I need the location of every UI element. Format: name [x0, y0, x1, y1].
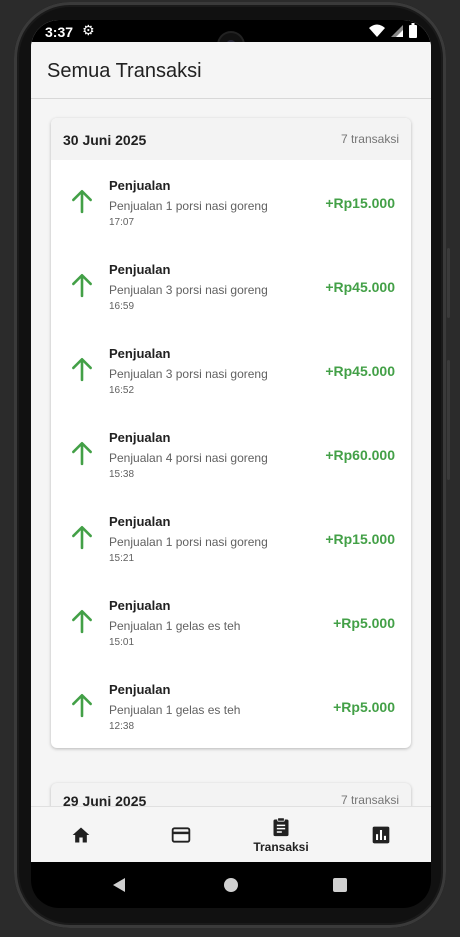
- app-screen: 3:37 ⚙ Semua Transaksi 30 Juni 2025 7 tr…: [31, 20, 431, 862]
- transaction-title: Penjualan: [109, 178, 171, 193]
- transaction-row[interactable]: Penjualan Penjualan 1 porsi nasi goreng …: [51, 496, 411, 580]
- battery-icon: [409, 23, 417, 38]
- volume-button: [447, 360, 450, 480]
- transaction-description: Penjualan 1 porsi nasi goreng: [109, 199, 268, 213]
- transaction-title: Penjualan: [109, 262, 171, 277]
- transaction-description: Penjualan 1 gelas es teh: [109, 703, 241, 717]
- arrow-up-icon: [72, 609, 92, 634]
- transaction-title: Penjualan: [109, 346, 171, 361]
- system-nav-bar: [31, 862, 431, 908]
- home-icon: [72, 827, 90, 843]
- clipboard-icon: [273, 817, 289, 837]
- date-group-header: 29 Juni 2025 7 transaksi: [51, 783, 411, 806]
- transaction-description: Penjualan 3 porsi nasi goreng: [109, 283, 268, 297]
- group-date: 29 Juni 2025: [63, 793, 147, 806]
- transaction-title: Penjualan: [109, 682, 171, 697]
- transaction-amount: +Rp60.000: [325, 447, 395, 463]
- arrow-up-icon: [72, 189, 92, 214]
- transaction-amount: +Rp5.000: [333, 699, 395, 715]
- arrow-up-icon: [72, 441, 92, 466]
- group-count: 7 transaksi: [340, 132, 399, 146]
- transaction-amount: +Rp5.000: [333, 615, 395, 631]
- bar-chart-icon: [372, 826, 390, 844]
- recents-icon[interactable]: [333, 878, 347, 892]
- arrow-up-icon: [72, 693, 92, 718]
- group-date: 30 Juni 2025: [63, 132, 147, 148]
- home-circle-icon[interactable]: [223, 877, 239, 893]
- status-time: 3:37: [45, 24, 74, 40]
- transaction-title: Penjualan: [109, 598, 171, 613]
- transaction-description: Penjualan 3 porsi nasi goreng: [109, 367, 268, 381]
- transaction-description: Penjualan 4 porsi nasi goreng: [109, 451, 268, 465]
- card-icon: [171, 827, 191, 843]
- transaction-row[interactable]: Penjualan Penjualan 1 gelas es teh 15:01…: [51, 580, 411, 664]
- back-icon[interactable]: [112, 877, 126, 893]
- nav-wallet[interactable]: [131, 807, 231, 862]
- transaction-row[interactable]: Penjualan Penjualan 4 porsi nasi goreng …: [51, 412, 411, 496]
- group-count: 7 transaksi: [340, 793, 399, 806]
- transaction-time: 15:21: [109, 553, 135, 564]
- transaction-row[interactable]: Penjualan Penjualan 3 porsi nasi goreng …: [51, 328, 411, 412]
- transaction-row[interactable]: Penjualan Penjualan 3 porsi nasi goreng …: [51, 244, 411, 328]
- signal-icon: [391, 24, 403, 37]
- arrow-up-icon: [72, 273, 92, 298]
- transaction-row[interactable]: Penjualan Penjualan 1 gelas es teh 12:38…: [51, 664, 411, 748]
- date-group-header: 30 Juni 2025 7 transaksi: [51, 118, 411, 160]
- transaction-time: 16:52: [109, 385, 135, 396]
- transaction-row[interactable]: Penjualan Penjualan 1 porsi nasi goreng …: [51, 160, 411, 244]
- transaction-title: Penjualan: [109, 514, 171, 529]
- app-bar: Semua Transaksi: [31, 42, 431, 99]
- transaction-amount: +Rp45.000: [325, 363, 395, 379]
- transaction-amount: +Rp15.000: [325, 531, 395, 547]
- status-icons: [369, 23, 417, 38]
- bottom-navigation: Transaksi: [31, 806, 431, 862]
- transaction-time: 12:38: [109, 721, 135, 732]
- page-title: Semua Transaksi: [47, 60, 202, 82]
- arrow-up-icon: [72, 525, 92, 550]
- transaction-title: Penjualan: [109, 430, 171, 445]
- gear-icon: ⚙: [82, 22, 95, 38]
- nav-reports[interactable]: [331, 807, 431, 862]
- transaction-time: 17:07: [109, 217, 135, 228]
- wifi-icon: [369, 24, 385, 37]
- nav-home[interactable]: [31, 807, 131, 862]
- transaction-description: Penjualan 1 gelas es teh: [109, 619, 241, 633]
- transaction-amount: +Rp15.000: [325, 195, 395, 211]
- power-button: [447, 248, 450, 318]
- nav-label-transaksi: Transaksi: [253, 840, 309, 854]
- transaction-list[interactable]: 30 Juni 2025 7 transaksi Penjualan Penju…: [31, 99, 431, 806]
- date-group-card: 30 Juni 2025 7 transaksi Penjualan Penju…: [51, 118, 411, 748]
- transaction-time: 15:38: [109, 469, 135, 480]
- arrow-up-icon: [72, 357, 92, 382]
- transaction-amount: +Rp45.000: [325, 279, 395, 295]
- transaction-time: 16:59: [109, 301, 135, 312]
- transaction-description: Penjualan 1 porsi nasi goreng: [109, 535, 268, 549]
- transaction-time: 15:01: [109, 637, 135, 648]
- nav-transaksi[interactable]: Transaksi: [231, 807, 331, 862]
